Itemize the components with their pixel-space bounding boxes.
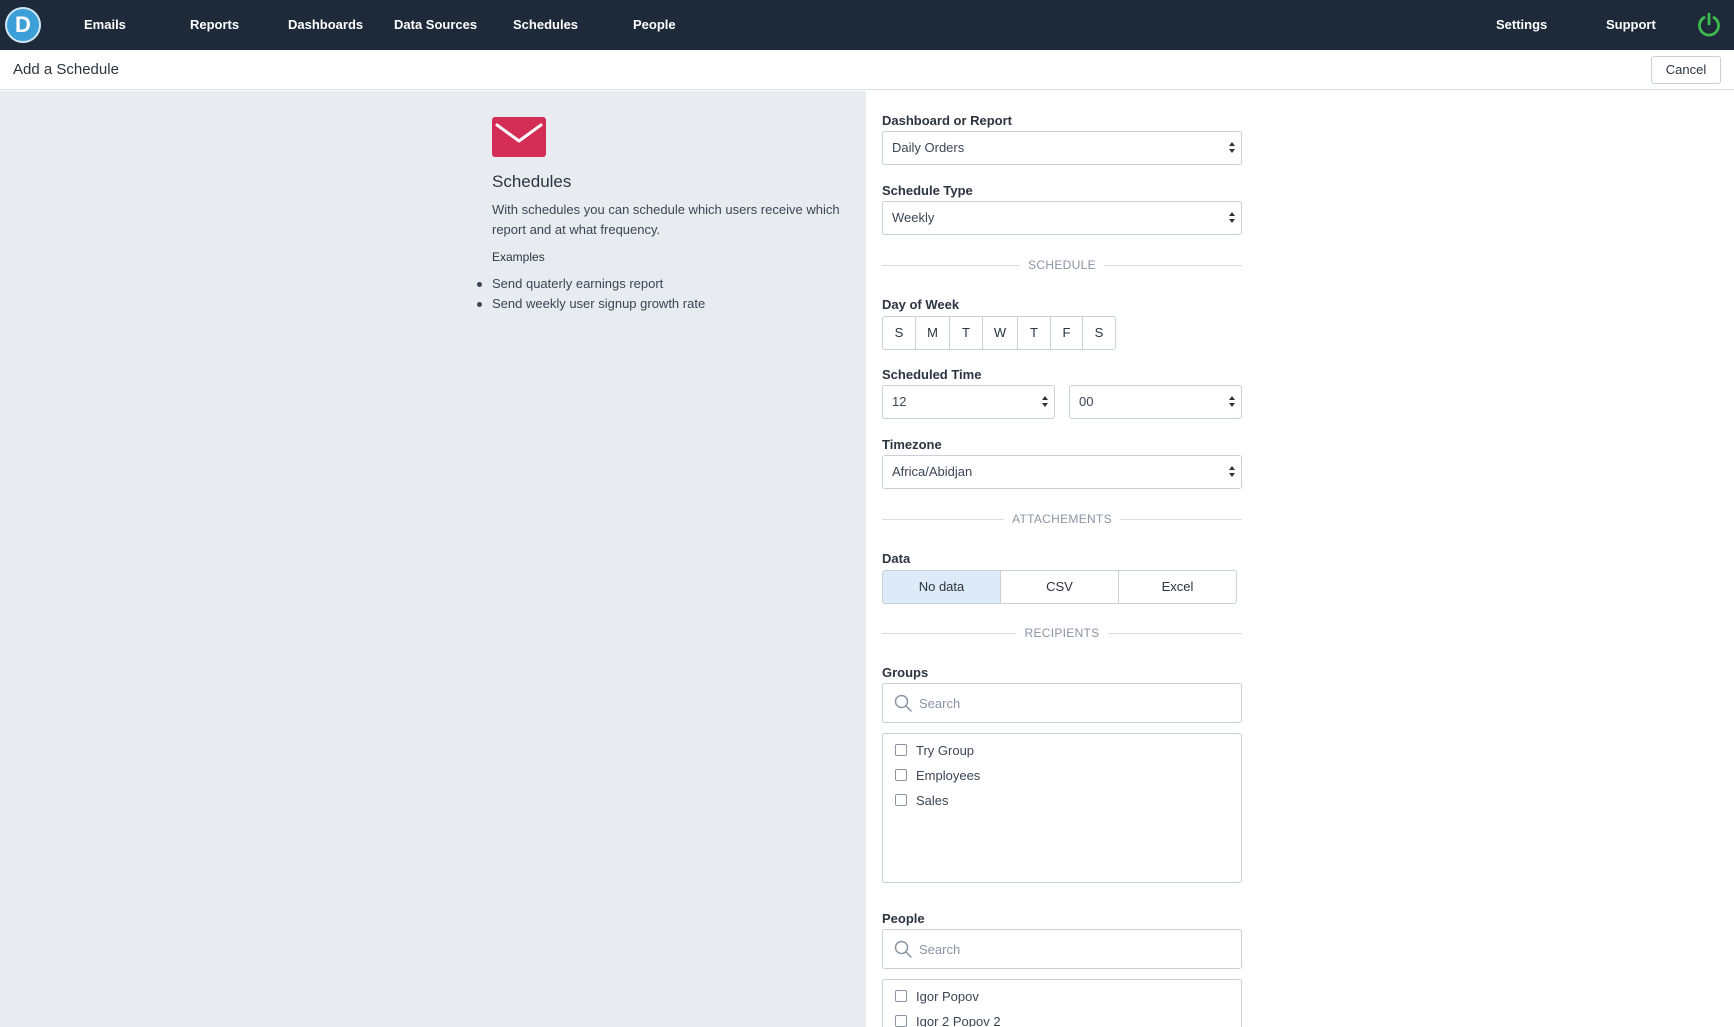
- nav-item-reports[interactable]: Reports: [190, 0, 239, 50]
- examples-list: Send quaterly earnings report Send weekl…: [476, 274, 705, 314]
- day-of-week-picker: S M T W T F S: [882, 316, 1116, 350]
- list-item: Sales: [895, 791, 949, 809]
- people-label: People: [882, 911, 925, 926]
- schedule-type-value: Weekly: [892, 210, 935, 225]
- timezone-value: Africa/Abidjan: [892, 464, 973, 479]
- schedule-section-divider: SCHEDULE: [882, 258, 1242, 272]
- minute-select[interactable]: 00: [1069, 385, 1242, 419]
- data-format-toggle: No data CSV Excel: [882, 570, 1237, 604]
- people-search-input[interactable]: [919, 938, 1229, 960]
- list-item: Employees: [895, 766, 980, 784]
- day-saturday[interactable]: S: [1082, 316, 1116, 350]
- groups-label: Groups: [882, 665, 929, 680]
- people-search: [882, 929, 1242, 969]
- group-name: Employees: [916, 767, 981, 783]
- recipients-section-divider: RECIPIENTS: [882, 626, 1242, 640]
- data-label: Data: [882, 551, 911, 566]
- list-item: Igor 2 Popov 2: [895, 1012, 1001, 1027]
- schedule-section-title: SCHEDULE: [1020, 258, 1104, 272]
- select-arrows-icon: [1229, 142, 1236, 154]
- day-wednesday[interactable]: W: [982, 316, 1018, 350]
- nav-item-settings[interactable]: Settings: [1496, 0, 1547, 50]
- data-option-excel[interactable]: Excel: [1118, 570, 1237, 604]
- groups-search: [882, 683, 1242, 723]
- page-title: Add a Schedule: [13, 61, 119, 78]
- app-logo-icon[interactable]: D: [5, 7, 41, 43]
- nav-item-people[interactable]: People: [633, 0, 676, 50]
- attachments-section-title: ATTACHEMENTS: [1004, 512, 1120, 526]
- page-header: Add a Schedule Cancel: [0, 50, 1734, 90]
- group-checkbox[interactable]: [895, 744, 907, 756]
- info-description: With schedules you can schedule which us…: [492, 202, 840, 237]
- day-friday[interactable]: F: [1050, 316, 1083, 350]
- schedule-type-select[interactable]: Weekly: [882, 201, 1242, 235]
- search-icon: [894, 940, 912, 958]
- cancel-button[interactable]: Cancel: [1651, 56, 1721, 84]
- minute-value: 00: [1079, 394, 1094, 409]
- data-option-no-data[interactable]: No data: [882, 570, 1001, 604]
- nav-item-dashboards[interactable]: Dashboards: [288, 0, 363, 50]
- search-icon: [894, 694, 912, 712]
- attachments-section-divider: ATTACHEMENTS: [882, 512, 1242, 526]
- list-item: Try Group: [895, 741, 974, 759]
- group-checkbox[interactable]: [895, 794, 907, 806]
- scheduled-time-label: Scheduled Time: [882, 367, 982, 382]
- person-checkbox[interactable]: [895, 1015, 907, 1027]
- select-arrows-icon: [1229, 466, 1236, 478]
- timezone-select[interactable]: Africa/Abidjan: [882, 455, 1242, 489]
- person-checkbox[interactable]: [895, 990, 907, 1002]
- hour-value: 12: [892, 394, 907, 409]
- recipients-section-title: RECIPIENTS: [1016, 626, 1108, 640]
- report-label: Dashboard or Report: [882, 113, 1013, 128]
- people-list: Igor Popov Igor 2 Popov 2: [882, 979, 1242, 1027]
- top-navbar: D Emails Reports Dashboards Data Sources…: [0, 0, 1734, 50]
- hour-select[interactable]: 12: [882, 385, 1055, 419]
- select-arrows-icon: [1229, 396, 1236, 408]
- report-select-value: Daily Orders: [892, 140, 965, 155]
- data-option-csv[interactable]: CSV: [1000, 570, 1119, 604]
- group-checkbox[interactable]: [895, 769, 907, 781]
- info-title: Schedules: [492, 172, 572, 191]
- list-item: Igor Popov: [895, 987, 979, 1005]
- report-select[interactable]: Daily Orders: [882, 131, 1242, 165]
- group-name: Sales: [916, 792, 949, 808]
- nav-item-schedules[interactable]: Schedules: [513, 0, 578, 50]
- person-name: Igor Popov: [916, 988, 979, 1004]
- timezone-label: Timezone: [882, 437, 942, 452]
- day-of-week-label: Day of Week: [882, 297, 960, 312]
- nav-item-data-sources[interactable]: Data Sources: [394, 0, 477, 50]
- nav-item-support[interactable]: Support: [1606, 0, 1656, 50]
- envelope-icon: [492, 117, 546, 157]
- select-arrows-icon: [1229, 212, 1236, 224]
- list-item: Send weekly user signup growth rate: [476, 294, 705, 314]
- day-thursday[interactable]: T: [1017, 316, 1051, 350]
- list-item: Send quaterly earnings report: [476, 274, 705, 294]
- group-name: Try Group: [916, 742, 975, 758]
- select-arrows-icon: [1042, 396, 1049, 408]
- day-monday[interactable]: M: [915, 316, 950, 350]
- day-tuesday[interactable]: T: [949, 316, 983, 350]
- groups-list: Try Group Employees Sales: [882, 733, 1242, 883]
- nav-item-emails[interactable]: Emails: [84, 0, 126, 50]
- day-sunday[interactable]: S: [882, 316, 916, 350]
- groups-search-input[interactable]: [919, 692, 1229, 714]
- examples-heading: Examples: [492, 250, 545, 264]
- schedule-type-label: Schedule Type: [882, 183, 973, 198]
- person-name: Igor 2 Popov 2: [916, 1013, 1001, 1027]
- power-icon[interactable]: [1696, 12, 1722, 38]
